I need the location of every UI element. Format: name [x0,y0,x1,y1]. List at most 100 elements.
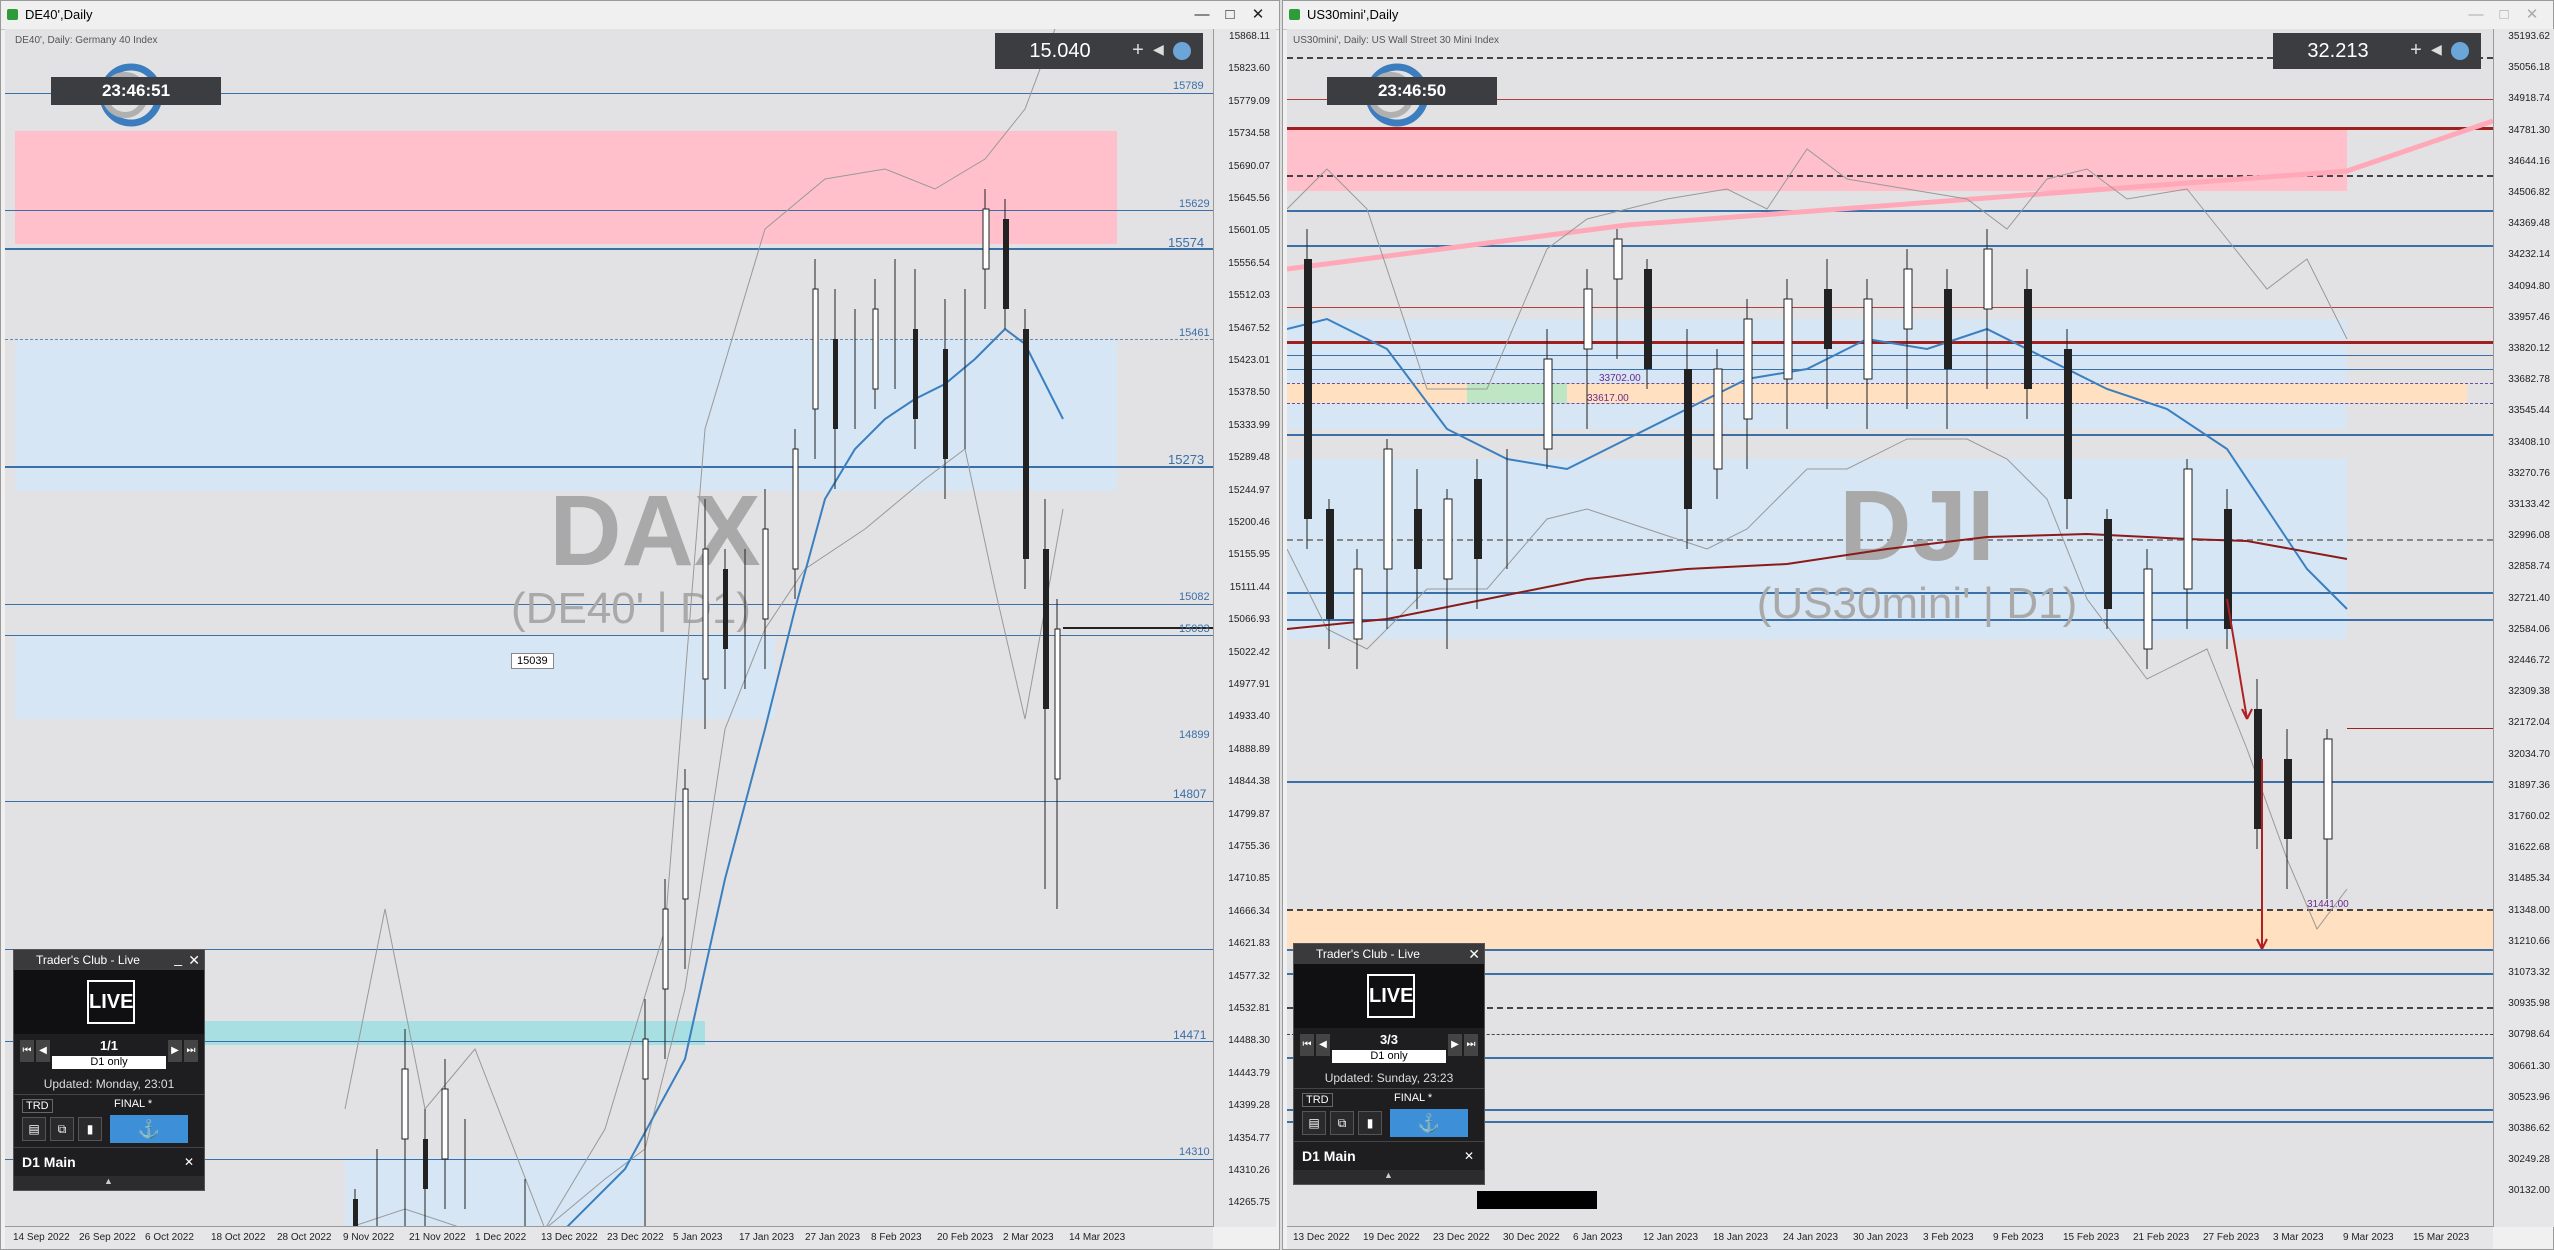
date-axis-label: 9 Nov 2022 [343,1232,395,1243]
price-axis-label: 30798.64 [2508,1029,2550,1041]
price-axis-label: 14399.28 [1228,1100,1270,1112]
chevron-up-icon[interactable]: ▲ [104,1176,113,1186]
page-filter: D1 only [1332,1050,1446,1063]
price-axis-label: 31348.00 [2508,904,2550,916]
price-axis-label: 34644.16 [2508,155,2550,167]
date-axis-label: 27 Jan 2023 [805,1232,861,1243]
minimize-icon[interactable]: _ [174,948,182,968]
panel-header[interactable]: Trader's Club - Live _ ✕ [14,950,204,970]
price-axis-label: 35056.18 [2508,62,2550,74]
date-axis-label: 26 Sep 2022 [79,1232,136,1243]
anchor-button[interactable]: ⚓ [110,1115,188,1143]
minimize-icon[interactable]: — [2465,5,2487,25]
d1-main-section[interactable]: D1 Main ✕ [1294,1141,1484,1170]
price-axis-label: 15022.42 [1228,646,1270,658]
price-axis-label: 33545.44 [2508,405,2550,417]
price-axis-label: 15645.56 [1228,193,1270,204]
live-badge: LIVE [1367,974,1415,1018]
maximize-icon[interactable]: □ [2493,5,2515,25]
moving-average-line [565,327,1064,1227]
plus-icon[interactable]: + [2405,39,2427,61]
price-axis-label: 32446.72 [2508,655,2550,666]
price-axis-label: 34781.30 [2508,124,2550,136]
price-axis-label: 31210.66 [2508,935,2550,947]
dax-price-axis[interactable]: 15868.11 15823.60 15779.09 15734.58 15690.07… [1213,29,1276,1227]
chevron-up-icon[interactable]: ▲ [1384,1170,1393,1180]
close-icon[interactable]: ✕ [2521,5,2543,25]
date-axis-label: 19 Dec 2022 [1363,1232,1420,1243]
traders-club-panel[interactable]: Trader's Club - Live _ ✕ LIVE ⏮ ◀ 1/1 D1… [13,949,205,1191]
date-axis-label: 28 Oct 2022 [277,1232,332,1243]
panel-tools: TRD FINAL * ▤ ⧉ ▮ ⚓ [14,1094,204,1147]
price-axis-label: 30935.98 [2508,998,2550,1010]
date-axis-label: 14 Sep 2022 [13,1232,70,1243]
date-axis-label: 20 Feb 2023 [937,1232,994,1243]
date-axis-label: 14 Mar 2023 [1069,1232,1126,1243]
dax-chart-window[interactable]: DE40',Daily — □ ✕ 15789 15629 15574 1546… [0,0,1280,1250]
price-axis-label: 31622.68 [2508,842,2550,854]
black-bar [1477,1191,1597,1209]
date-axis-label: 17 Jan 2023 [739,1232,795,1243]
date-axis-label: 21 Nov 2022 [409,1232,466,1243]
anchor-button[interactable]: ⚓ [1390,1109,1468,1137]
traders-club-panel[interactable]: Trader's Club - Live ✕ LIVE ⏮ ◀ 3/3 D1 o… [1293,943,1485,1185]
status-dot-icon[interactable] [2451,42,2469,60]
price-axis-label: 14888.89 [1228,743,1270,755]
price-axis-label: 15823.60 [1228,63,1270,75]
status-dot-icon[interactable] [1173,42,1191,60]
candle-clock: 23:46:51 [51,77,221,105]
panel-header[interactable]: Trader's Club - Live ✕ [1294,944,1484,964]
minimize-icon[interactable]: — [1191,5,1213,25]
chevron-left-icon[interactable]: ◀ [1153,41,1164,58]
price-axis-label: 33408.10 [2508,436,2550,448]
date-axis-label: 18 Jan 2023 [1713,1232,1769,1243]
price-axis-label: 14577.32 [1228,970,1270,982]
close-icon[interactable]: ✕ [184,1148,194,1176]
price-axis-label: 15244.97 [1228,484,1270,496]
dax-title-bar[interactable]: DE40',Daily — □ ✕ [1,1,1279,30]
price-axis-label: 14443.79 [1228,1067,1270,1079]
dji-price-axis[interactable]: 35193.62 35056.18 34918.74 34781.30 34644.16… [2493,29,2554,1227]
spread-widget[interactable]: 32.213 + ◀ [2273,33,2481,69]
document-icon[interactable]: ▤ [1302,1111,1326,1135]
next-page-icon[interactable]: ▶ [168,1040,182,1062]
price-axis-label: 14710.85 [1228,873,1270,885]
price-axis-label: 34094.80 [2508,280,2550,292]
live-banner: LIVE [14,970,204,1034]
last-page-icon[interactable]: ⏭ [184,1040,198,1062]
page-navigator[interactable]: ⏮ ◀ 3/3 D1 only ▶ ⏭ [1294,1028,1484,1068]
close-icon[interactable]: ✕ [188,950,200,970]
final-status: FINAL * [114,1098,153,1110]
dji-chart-window[interactable]: US30mini',Daily — □ ✕ 33702.00 33617.00 … [1282,0,2554,1250]
last-page-icon[interactable]: ⏭ [1464,1034,1478,1056]
plus-icon[interactable]: + [1127,39,1149,61]
dax-date-axis[interactable]: 14 Sep 2022 26 Sep 2022 6 Oct 2022 18 Oct 2… [5,1226,1213,1249]
price-axis-label: 34506.82 [2508,187,2550,198]
battery-icon[interactable]: ▮ [1358,1111,1382,1135]
close-icon[interactable]: ✕ [1468,944,1480,964]
d1-main-section[interactable]: D1 Main ✕ [14,1147,204,1176]
page-navigator[interactable]: ⏮ ◀ 1/1 D1 only ▶ ⏭ [14,1034,204,1074]
windows-icon[interactable]: ⧉ [50,1117,74,1141]
price-axis-label: 14621.83 [1228,938,1270,950]
date-axis-label: 30 Jan 2023 [1853,1232,1909,1243]
close-icon[interactable]: ✕ [1464,1142,1474,1170]
price-axis-label: 15111.44 [1229,581,1270,593]
panel-footer[interactable]: ▲ [1294,1170,1484,1184]
trd-tab[interactable]: TRD [1302,1093,1333,1107]
next-page-icon[interactable]: ▶ [1448,1034,1462,1056]
windows-icon[interactable]: ⧉ [1330,1111,1354,1135]
maximize-icon[interactable]: □ [1219,5,1241,25]
price-axis-label: 33957.46 [2508,311,2550,323]
battery-icon[interactable]: ▮ [78,1117,102,1141]
document-icon[interactable]: ▤ [22,1117,46,1141]
close-icon[interactable]: ✕ [1247,5,1269,25]
trd-tab[interactable]: TRD [22,1099,53,1113]
chevron-left-icon[interactable]: ◀ [2431,41,2442,58]
panel-footer[interactable]: ▲ [14,1176,204,1190]
price-axis-label: 15066.93 [1228,614,1270,626]
spread-widget[interactable]: 15.040 + ◀ [995,33,1203,69]
dji-date-axis[interactable]: 13 Dec 2022 19 Dec 2022 23 Dec 2022 30 Dec … [1287,1226,2493,1249]
dji-title-bar[interactable]: US30mini',Daily — □ ✕ [1283,1,2553,30]
dax-window-title: DE40',Daily [25,7,93,22]
